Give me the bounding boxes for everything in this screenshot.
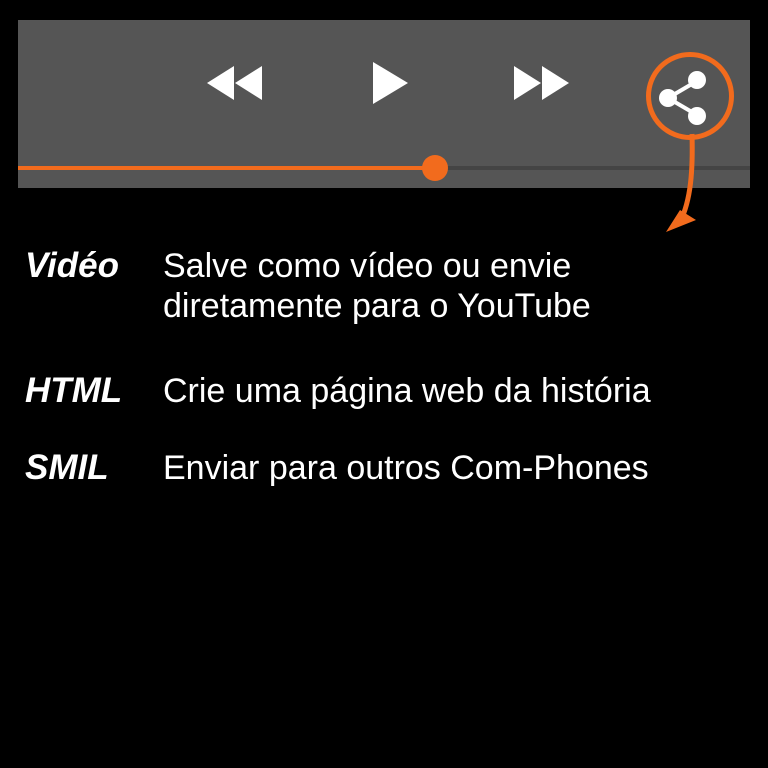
option-description: Salve como vídeo ou envie diretamente pa… bbox=[163, 246, 753, 326]
option-description: Enviar para outros Com-Phones bbox=[163, 448, 753, 488]
option-label: HTML bbox=[25, 371, 123, 410]
progress-thumb[interactable] bbox=[422, 155, 449, 181]
option-description: Crie uma página web da história bbox=[163, 371, 753, 411]
play-icon[interactable] bbox=[370, 60, 410, 106]
share-icon[interactable] bbox=[644, 50, 736, 142]
fast-forward-icon[interactable] bbox=[510, 62, 572, 104]
option-label: Vidéo bbox=[25, 246, 119, 285]
progress-fill bbox=[18, 166, 436, 170]
option-label: SMIL bbox=[25, 448, 109, 487]
media-player-bar bbox=[18, 20, 750, 188]
option-description-line: Enviar para outros Com-Phones bbox=[163, 449, 649, 487]
rewind-icon[interactable] bbox=[204, 62, 266, 104]
option-description-line: Crie uma página web da história bbox=[163, 372, 651, 410]
pointer-arrow bbox=[666, 133, 696, 232]
progress-track[interactable] bbox=[18, 155, 750, 181]
option-description-line: diretamente para o YouTube bbox=[163, 287, 591, 325]
option-description-line: Salve como vídeo ou envie bbox=[163, 247, 572, 285]
